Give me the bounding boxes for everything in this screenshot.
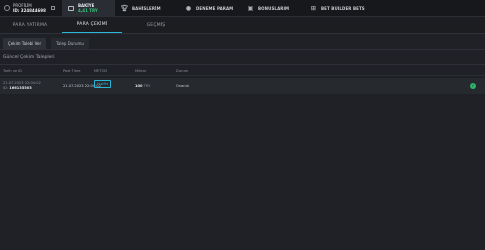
row-id-line: ID: 166135503: [3, 86, 41, 91]
check-icon: ✓: [470, 83, 476, 89]
tab-deposit[interactable]: PARA YATIRMA: [0, 17, 60, 33]
tab-withdrawal[interactable]: PARA ÇEKİMİ: [62, 17, 122, 33]
header-amount: Miktar: [135, 68, 147, 73]
nav-bet-builder[interactable]: ⊞ BET BUILDER BETS: [304, 0, 374, 16]
amount-value: 100: [135, 84, 143, 88]
row-status: Onandı: [176, 84, 189, 88]
nav-bonuses[interactable]: ▣ BONUSLARIM: [241, 0, 304, 16]
balance-text: BAKİYE 4,41 TRY: [78, 3, 98, 13]
header-date-id: Tarih ve ID: [3, 68, 23, 73]
balance-box[interactable]: BAKİYE 4,41 TRY: [62, 0, 115, 16]
balance-value: 4,41 TRY: [78, 8, 98, 13]
nav-trial-money-label: DENEME PARAM: [196, 5, 234, 11]
subtab-request-status[interactable]: Talep Durumu: [51, 38, 89, 49]
top-navigation-bar: PROFİLİM ID: 324844698 BAKİYE 4,41 TRY 🏆…: [0, 0, 485, 17]
header-status: Durum: [176, 68, 189, 73]
profile-text: PROFİLİM ID: 324844698: [13, 3, 46, 13]
gift-icon: ▣: [247, 4, 254, 12]
row-id: 166135503: [9, 85, 32, 90]
nav-bonuses-label: BONUSLARIM: [258, 5, 290, 11]
user-icon: [4, 5, 10, 11]
trophy-icon: 🏆︎: [120, 4, 129, 12]
payment-tabs: PARA YATIRMA PARA ÇEKİMİ GEÇMİŞ: [0, 17, 485, 34]
header-method: METOD: [94, 68, 108, 73]
row-method: Hızlıfix: [94, 80, 112, 88]
profile-menu[interactable]: PROFİLİM ID: 324844698: [0, 0, 62, 16]
header-post-time: Post Time: [63, 68, 81, 73]
table-header: Tarih ve ID Post Time METOD Miktar Durum: [0, 66, 485, 76]
nav-bet-builder-label: BET BUILDER BETS: [321, 5, 365, 11]
wallet-icon: [68, 5, 74, 11]
subtab-request-withdrawal[interactable]: Çekim Talebi Ver: [3, 38, 47, 49]
nav-bets-label: BAHİSLERİM: [132, 5, 161, 11]
table-row[interactable]: 21.07.2023 22:04:02 ID: 166135503 21.07.…: [0, 78, 485, 94]
method-badge: Hızlıfix: [94, 80, 112, 88]
copy-icon[interactable]: [50, 6, 55, 10]
user-id: ID: 324844698: [13, 8, 46, 13]
row-date-id: 21.07.2023 22:04:02 ID: 166135503: [3, 81, 41, 90]
grid-icon: ⊞: [310, 4, 317, 12]
withdrawal-subtabs: Çekim Talebi Ver Talep Durumu: [0, 35, 485, 50]
chip-icon: ●: [185, 4, 192, 12]
amount-currency: TRY: [143, 84, 151, 88]
section-title: Güncel Çekim Talepleri: [3, 55, 55, 60]
row-amount: 100 TRY: [135, 84, 150, 88]
divider: [0, 64, 485, 65]
row-id-prefix: ID:: [3, 85, 9, 90]
tab-history[interactable]: GEÇMİŞ: [126, 17, 186, 33]
nav-trial-money[interactable]: ● DENEME PARAM: [179, 0, 241, 16]
nav-bets[interactable]: 🏆︎ BAHİSLERİM: [115, 0, 179, 16]
